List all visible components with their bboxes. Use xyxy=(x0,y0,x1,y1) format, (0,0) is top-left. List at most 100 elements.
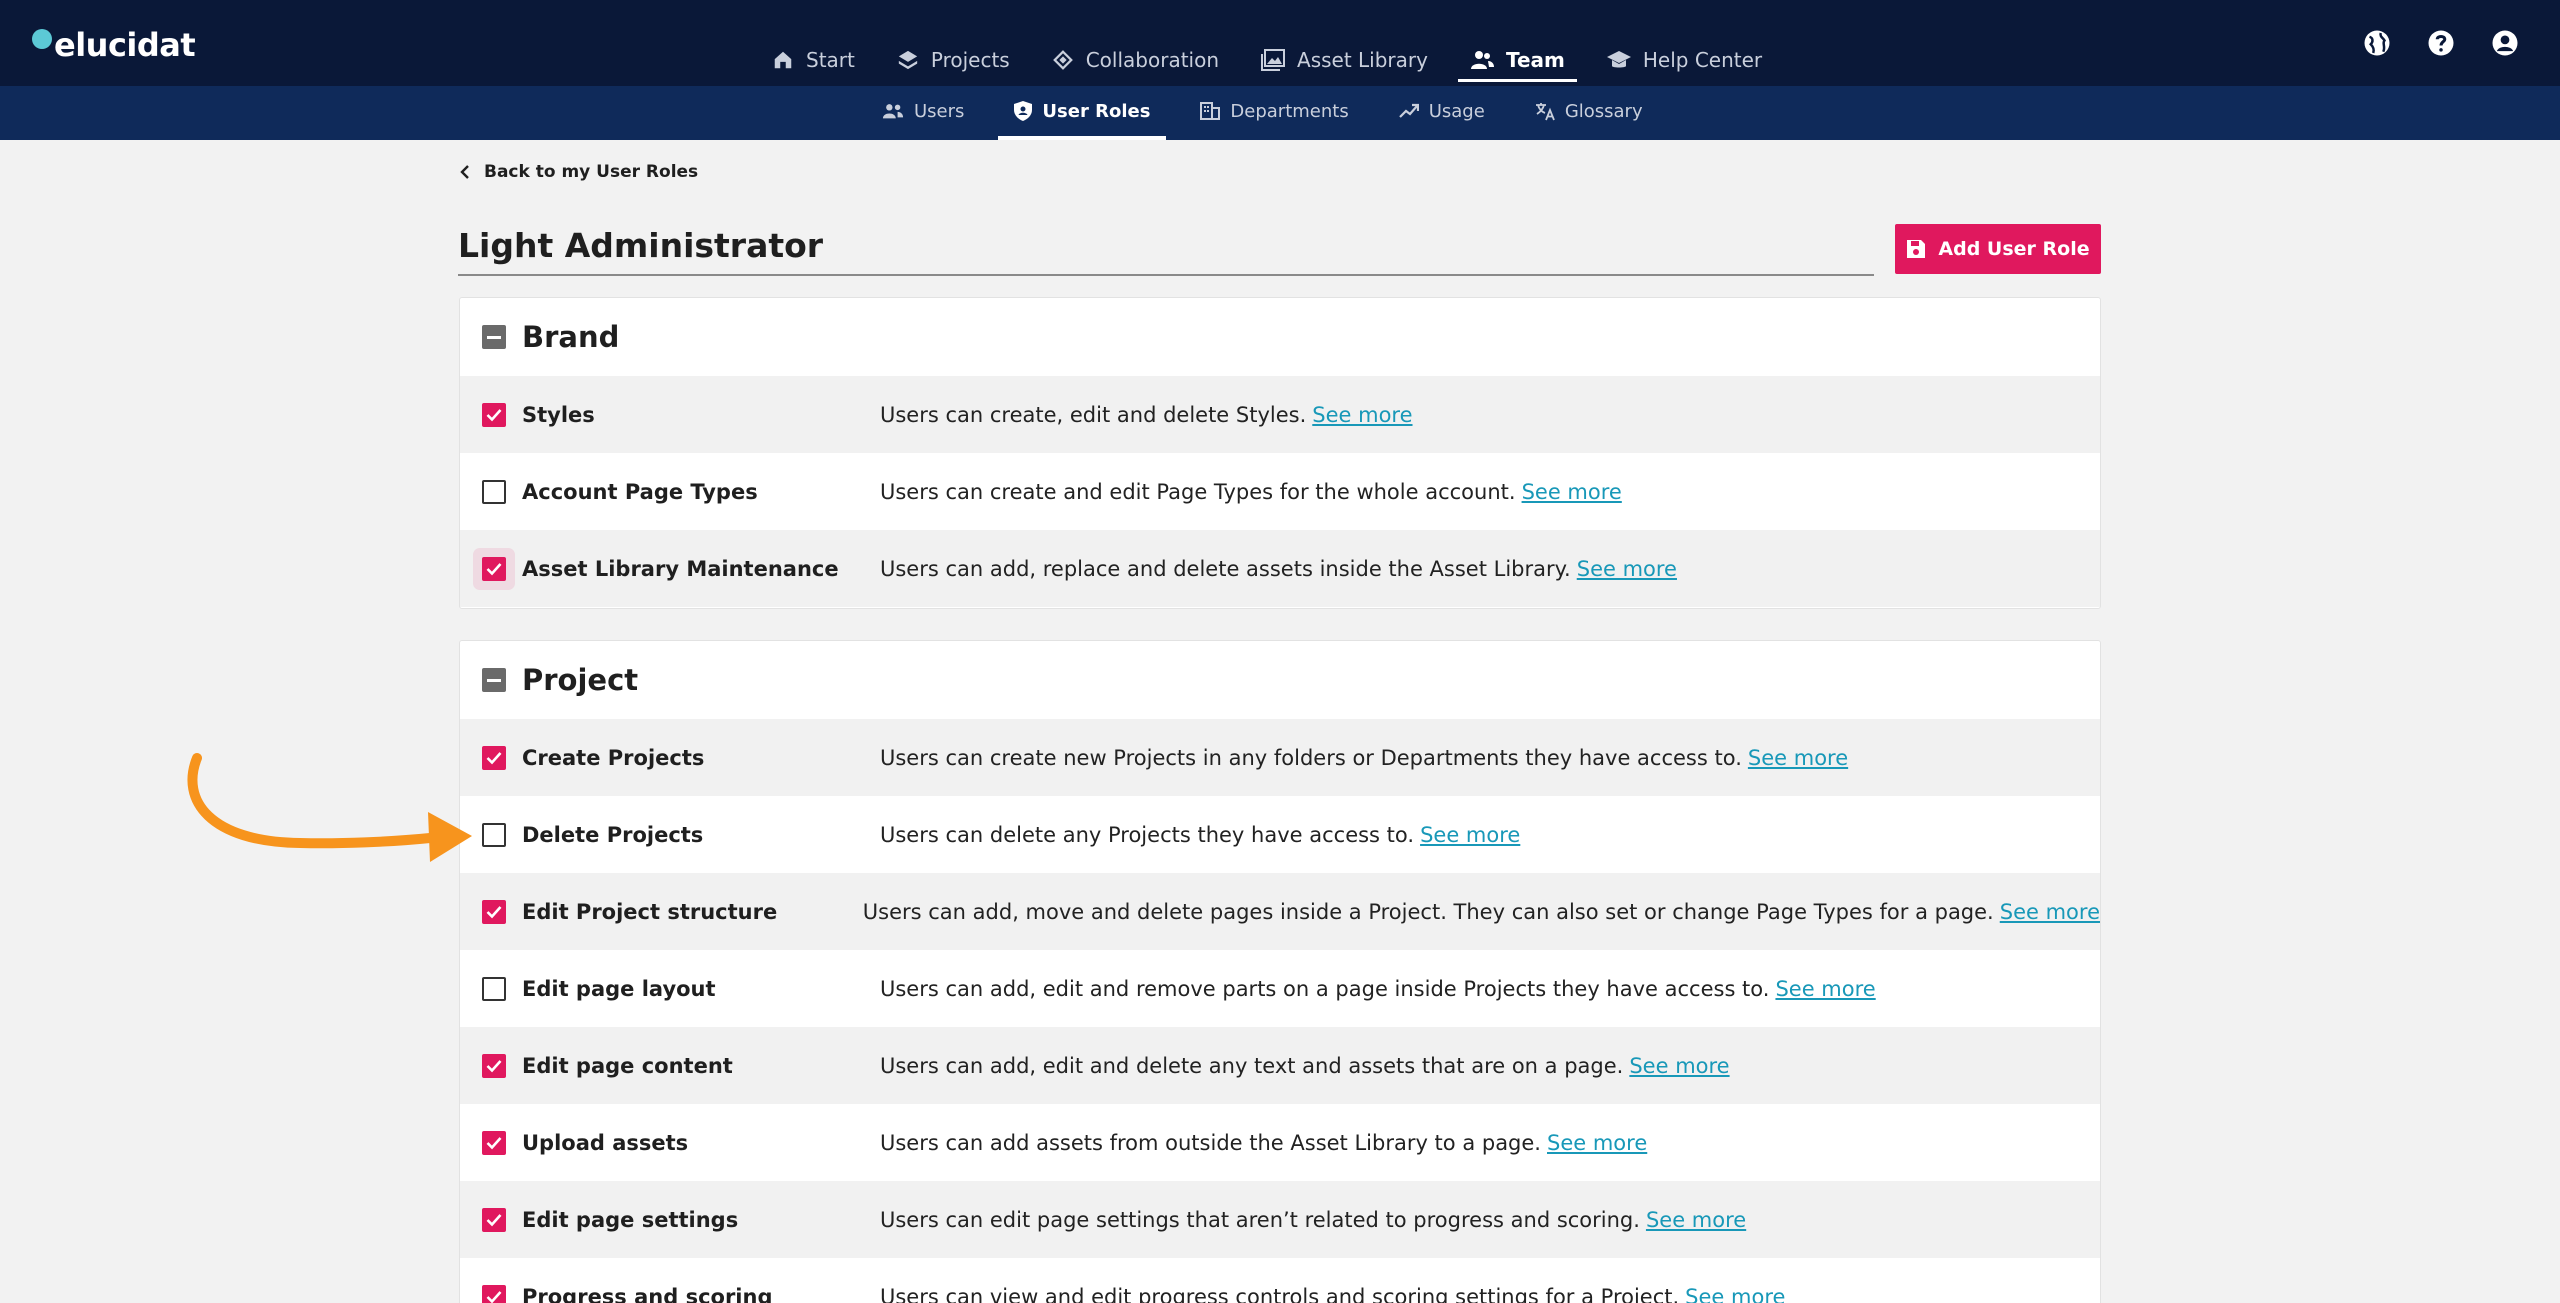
users-icon xyxy=(882,104,904,119)
permission-label: Progress and scoring xyxy=(522,1284,773,1303)
building-icon xyxy=(1200,102,1221,120)
permission-label: Asset Library Maintenance xyxy=(522,556,839,581)
upload-assets-checkbox[interactable] xyxy=(482,1130,506,1155)
permission-description: Users can view and edit progress control… xyxy=(880,1285,1785,1303)
check-icon xyxy=(486,408,502,421)
nav-help-center[interactable]: Help Center xyxy=(1595,40,1774,82)
styles-checkbox[interactable] xyxy=(482,402,506,427)
nav-team[interactable]: Team xyxy=(1457,40,1577,82)
account-icon[interactable] xyxy=(2490,28,2520,58)
globe-icon[interactable] xyxy=(2362,28,2392,58)
see-more-link[interactable]: See more xyxy=(1577,557,1677,581)
permission-label: Delete Projects xyxy=(522,822,704,847)
permission-row-progress-and-scoring: Progress and scoring Users can view and … xyxy=(460,1258,2100,1303)
permission-row-account-page-types: Account Page Types Users can create and … xyxy=(460,453,2100,530)
see-more-link[interactable]: See more xyxy=(2000,900,2100,924)
permission-description-text: Users can create and edit Page Types for… xyxy=(880,479,1516,504)
subnav-glossary[interactable]: Glossary xyxy=(1519,86,1659,140)
add-user-role-button[interactable]: Add User Role xyxy=(1895,224,2101,274)
subnav-users[interactable]: Users xyxy=(866,86,980,140)
permission-row-edit-page-settings: Edit page settings Users can edit page s… xyxy=(460,1181,2100,1258)
permission-description: Users can delete any Projects they have … xyxy=(880,823,1520,847)
nav-help-center-label: Help Center xyxy=(1642,47,1763,72)
see-more-link[interactable]: See more xyxy=(1547,1131,1647,1155)
nav-start-label: Start xyxy=(806,47,855,72)
see-more-link[interactable]: See more xyxy=(1748,746,1848,770)
permission-label: Edit page content xyxy=(522,1053,733,1078)
see-more-link[interactable]: See more xyxy=(1522,480,1622,504)
subnav-usage[interactable]: Usage xyxy=(1383,86,1501,140)
back-link-label: Back to my User Roles xyxy=(484,162,699,182)
permission-description-text: Users can add, edit and delete any text … xyxy=(880,1053,1624,1078)
collaboration-icon xyxy=(1052,49,1073,70)
permission-label: Styles xyxy=(522,402,595,427)
delete-projects-checkbox[interactable] xyxy=(482,822,506,847)
help-icon[interactable] xyxy=(2426,28,2456,58)
see-more-link[interactable]: See more xyxy=(1629,1054,1729,1078)
nav-start[interactable]: Start xyxy=(760,40,867,82)
permission-description-text: Users can add assets from outside the As… xyxy=(880,1130,1541,1155)
nav-projects-label: Projects xyxy=(930,47,1010,72)
elucidat-logo[interactable]: elucidat xyxy=(32,26,196,64)
nav-asset-library-label: Asset Library xyxy=(1297,47,1428,72)
check-icon xyxy=(486,562,502,575)
section-title: Brand xyxy=(522,320,620,354)
check-icon xyxy=(486,1213,502,1226)
collapse-minus-icon[interactable] xyxy=(482,668,506,692)
project-section: Project Create Projects Users can create… xyxy=(459,640,2101,1303)
subnav-user-roles[interactable]: User Roles xyxy=(998,86,1167,140)
see-more-link[interactable]: See more xyxy=(1685,1285,1785,1303)
progress-and-scoring-checkbox[interactable] xyxy=(482,1284,506,1303)
permission-description-text: Users can add, move and delete pages ins… xyxy=(862,899,1994,924)
edit-page-layout-checkbox[interactable] xyxy=(482,976,506,1001)
see-more-link[interactable]: See more xyxy=(1312,403,1412,427)
logo-dot-icon xyxy=(32,29,52,49)
back-to-user-roles-link[interactable]: Back to my User Roles xyxy=(460,162,698,182)
section-title: Project xyxy=(522,663,639,697)
permission-description-text: Users can view and edit progress control… xyxy=(880,1284,1680,1303)
permission-row-upload-assets: Upload assets Users can add assets from … xyxy=(460,1104,2100,1181)
logo-text: elucidat xyxy=(54,26,196,64)
team-icon xyxy=(1470,50,1494,69)
permission-label: Create Projects xyxy=(522,745,705,770)
collapse-minus-icon[interactable] xyxy=(482,325,506,349)
nav-collaboration-label: Collaboration xyxy=(1085,47,1220,72)
create-projects-checkbox[interactable] xyxy=(482,745,506,770)
account-page-types-checkbox[interactable] xyxy=(482,479,506,504)
subnav-user-roles-label: User Roles xyxy=(1042,100,1151,122)
subnav-usage-label: Usage xyxy=(1428,100,1485,122)
nav-asset-library[interactable]: Asset Library xyxy=(1249,40,1440,82)
permission-description: Users can create new Projects in any fol… xyxy=(880,746,1848,770)
permission-row-edit-page-content: Edit page content Users can add, edit an… xyxy=(460,1027,2100,1104)
edit-page-content-checkbox[interactable] xyxy=(482,1053,506,1078)
permission-description: Users can add, edit and remove parts on … xyxy=(880,977,1876,1001)
home-icon xyxy=(774,51,792,68)
top-navigation-bar: elucidat Start Projects Collaboration As… xyxy=(0,0,2560,86)
subnav-glossary-label: Glossary xyxy=(1564,100,1643,122)
check-icon xyxy=(486,1059,502,1072)
check-icon xyxy=(486,1290,502,1303)
nav-collaboration[interactable]: Collaboration xyxy=(1040,40,1231,82)
edit-page-settings-checkbox[interactable] xyxy=(482,1207,506,1232)
see-more-link[interactable]: See more xyxy=(1646,1208,1746,1232)
permission-description: Users can add assets from outside the As… xyxy=(880,1131,1647,1155)
see-more-link[interactable]: See more xyxy=(1775,977,1875,1001)
edit-project-structure-checkbox[interactable] xyxy=(482,899,506,924)
permission-label: Edit page layout xyxy=(522,976,716,1001)
role-name-field[interactable]: Light Administrator xyxy=(458,222,1874,276)
permission-row-edit-project-structure: Edit Project structure Users can add, mo… xyxy=(460,873,2100,950)
save-icon xyxy=(1907,240,1926,258)
check-icon xyxy=(486,751,502,764)
nav-team-label: Team xyxy=(1505,47,1565,72)
shield-user-icon xyxy=(1014,101,1033,121)
permission-description-text: Users can create new Projects in any fol… xyxy=(880,745,1742,770)
asset-library-maintenance-checkbox[interactable] xyxy=(482,556,506,581)
permission-label: Account Page Types xyxy=(522,479,758,504)
permission-description-text: Users can add, replace and delete assets… xyxy=(880,556,1571,581)
nav-projects[interactable]: Projects xyxy=(885,40,1022,82)
add-user-role-label: Add User Role xyxy=(1938,238,2090,260)
see-more-link[interactable]: See more xyxy=(1420,823,1520,847)
permission-label: Edit page settings xyxy=(522,1207,739,1232)
subnav-departments[interactable]: Departments xyxy=(1184,86,1364,140)
translate-icon xyxy=(1535,103,1555,121)
